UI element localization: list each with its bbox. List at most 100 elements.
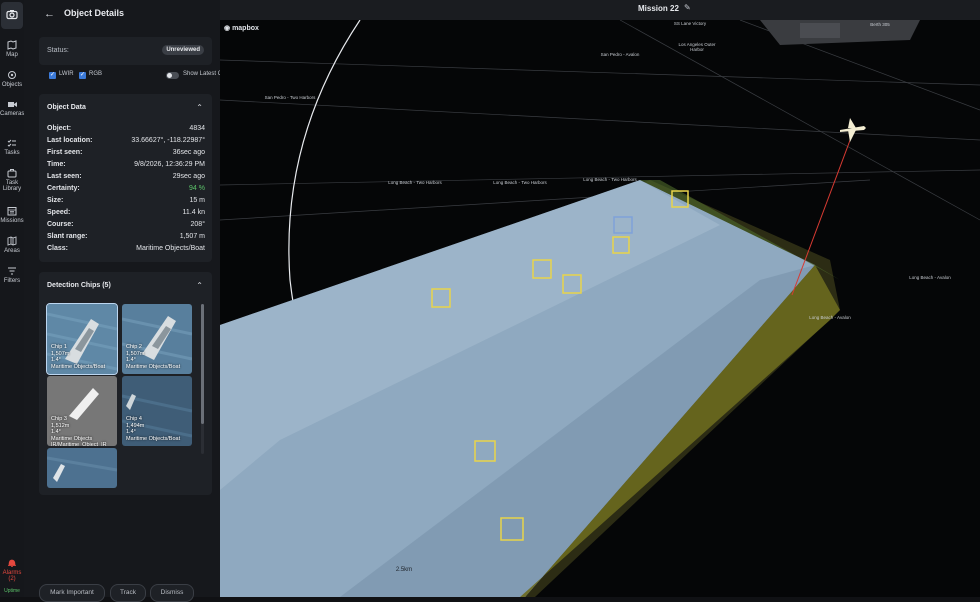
rail-label-tasks: Tasks bbox=[4, 150, 20, 156]
rail-cameras[interactable]: Cameras bbox=[0, 100, 24, 117]
row-value: 15 m bbox=[189, 197, 205, 204]
data-row-slant-range: Slant range: 1,507 m bbox=[47, 233, 205, 243]
data-row-object: Object: 4834 bbox=[47, 125, 205, 135]
target-icon bbox=[8, 71, 16, 79]
data-row-last-seen: Last seen: 29sec ago bbox=[47, 173, 205, 183]
row-value: 9/8/2026, 12:36:29 PM bbox=[134, 161, 205, 168]
chip-4[interactable]: Chip 4 1,494m 1.4° Maritime Objects/Boat bbox=[122, 376, 192, 446]
mapbox-logo: ◉ mapbox bbox=[224, 25, 259, 32]
route-label: San Pedro - Avalon bbox=[600, 52, 640, 57]
mark-important-button[interactable]: Mark Important bbox=[39, 584, 105, 602]
rail-task-library[interactable]: Task Library bbox=[0, 168, 24, 192]
chip-1[interactable]: Chip 1 1,507m 1.4° Maritime Objects/Boat bbox=[46, 303, 118, 375]
chip-class: Maritime Objects/Boat bbox=[126, 363, 181, 370]
rail-areas[interactable]: Areas bbox=[0, 236, 24, 254]
chip-caption: Chip 1 1,507m 1.4° Maritime Objects/Boat bbox=[51, 344, 105, 370]
route-label: Long Beach - Two Harbors bbox=[388, 180, 442, 185]
route-label: Long Beach - Two Harbors bbox=[583, 177, 637, 182]
row-key: Class: bbox=[47, 245, 69, 252]
route-label: San Pedro - Two Harbors bbox=[264, 95, 316, 100]
row-value: 36sec ago bbox=[172, 149, 205, 156]
data-row-certainty: Certainty: 94 % bbox=[47, 185, 205, 195]
collapse-chevron-icon[interactable]: ⌃ bbox=[196, 281, 203, 290]
rail-objects[interactable]: Objects bbox=[0, 70, 24, 88]
track-button[interactable]: Track bbox=[110, 584, 146, 602]
camera-icon bbox=[6, 10, 18, 20]
object-data-title: Object Data bbox=[47, 104, 86, 111]
rail-map[interactable]: Map bbox=[0, 40, 24, 58]
rgb-checkbox[interactable]: ✓ bbox=[79, 72, 86, 79]
data-row-time: Time: 9/8/2026, 12:36:29 PM bbox=[47, 161, 205, 171]
row-key: First seen: bbox=[47, 149, 83, 156]
route-label: Long Beach - Two Harbors bbox=[493, 180, 547, 185]
chip-class: Maritime Objects/Boat bbox=[126, 435, 181, 442]
data-row-last-location: Last location: 33.66627°, -118.22987° bbox=[47, 137, 205, 147]
map-view[interactable]: ◉ mapbox SS Lane Victory Los Angeles Out… bbox=[220, 20, 980, 597]
row-key: Slant range: bbox=[47, 233, 88, 240]
briefcase-icon bbox=[7, 169, 17, 178]
uptime-label: Uptime bbox=[4, 588, 20, 594]
row-value: 1,507 m bbox=[179, 233, 205, 240]
rail-label-areas: Areas bbox=[4, 248, 20, 254]
row-key: Course: bbox=[47, 221, 74, 228]
row-key: Last location: bbox=[47, 137, 93, 144]
object-data-card: Object Data ⌃ Object: 4834 Last location:… bbox=[39, 94, 212, 262]
map-icon bbox=[7, 40, 17, 50]
chip-3[interactable]: Chip 3 1,512m 1.4° Maritime Objects IR/Mari… bbox=[47, 376, 117, 446]
latest-chip-toggle[interactable] bbox=[166, 72, 179, 79]
chips-scrollbar[interactable] bbox=[201, 304, 204, 454]
row-key: Time: bbox=[47, 161, 66, 168]
row-key: Speed: bbox=[47, 209, 71, 216]
chip-5[interactable] bbox=[47, 448, 117, 488]
lwir-checkbox[interactable]: ✓ bbox=[49, 72, 56, 79]
mission-title: Mission 22 bbox=[638, 4, 679, 13]
data-row-size: Size: 15 m bbox=[47, 197, 205, 207]
status-card: Status: Unreviewed bbox=[39, 37, 212, 65]
chip-5-image bbox=[47, 448, 117, 488]
edit-pencil-icon[interactable]: ✎ bbox=[684, 3, 691, 12]
route-label: Long Beach - Avalon bbox=[909, 275, 951, 280]
chip-caption: Chip 4 1,494m 1.4° Maritime Objects/Boat bbox=[126, 416, 180, 442]
rail-camera[interactable] bbox=[0, 9, 24, 22]
aircraft-icon[interactable] bbox=[840, 118, 866, 142]
panel-title: Object Details bbox=[64, 8, 125, 18]
data-row-first-seen: First seen: 36sec ago bbox=[47, 149, 205, 159]
rail-missions[interactable]: Missions bbox=[0, 206, 24, 224]
chip-caption: Chip 2 1,507m 1.4° Maritime Objects/Boat bbox=[126, 344, 180, 370]
dismiss-button[interactable]: Dismiss bbox=[150, 584, 194, 602]
data-row-speed: Speed: 11.4 kn bbox=[47, 209, 205, 219]
data-row-course: Course: 208° bbox=[47, 221, 205, 231]
status-badge[interactable]: Unreviewed bbox=[162, 45, 204, 55]
layer-toggles: ✓ LWIR ✓ RGB Show Latest Chip bbox=[49, 71, 234, 83]
poi-lane-victory: SS Lane Victory bbox=[673, 21, 707, 26]
row-key: Last seen: bbox=[47, 173, 82, 180]
panel-header: ← Object Details bbox=[24, 0, 220, 28]
chip-2[interactable]: Chip 2 1,507m 1.4° Maritime Objects/Boat bbox=[122, 304, 192, 374]
back-arrow-icon[interactable]: ← bbox=[44, 8, 55, 20]
rail-tasks[interactable]: Tasks bbox=[0, 138, 24, 156]
alarm-bell-icon bbox=[8, 559, 16, 567]
chip-class: Maritime Objects/Boat bbox=[51, 363, 106, 370]
collapse-chevron-icon[interactable]: ⌃ bbox=[196, 103, 203, 112]
row-value: 11.4 kn bbox=[182, 209, 205, 216]
data-row-class: Class: Maritime Objects/Boat bbox=[47, 245, 205, 255]
row-value: 4834 bbox=[189, 125, 205, 132]
chips-title: Detection Chips (5) bbox=[47, 282, 111, 289]
chip-caption: Chip 3 1,512m 1.4° Maritime Objects IR/Mari… bbox=[51, 416, 117, 446]
nav-rail: Map Objects Cameras Tasks Task Library M… bbox=[0, 0, 25, 597]
rail-label-filters: Filters bbox=[3, 278, 21, 284]
rail-label-objects: Objects bbox=[1, 82, 23, 88]
map-canvas[interactable] bbox=[220, 20, 980, 597]
row-value: Maritime Objects/Boat bbox=[136, 245, 205, 252]
lwir-label: LWIR bbox=[59, 71, 74, 77]
alarms-label: Alarms (2) bbox=[2, 570, 22, 582]
calendar-icon bbox=[7, 207, 17, 216]
rail-label-map: Map bbox=[6, 52, 18, 58]
status-label: Status: bbox=[47, 47, 69, 54]
route-label: Long Beach - Avalon bbox=[809, 315, 851, 320]
video-icon bbox=[7, 102, 17, 107]
rail-alarms[interactable]: Alarms (2) bbox=[0, 558, 24, 582]
route-lines bbox=[220, 20, 980, 221]
rail-filters[interactable]: Filters bbox=[0, 266, 24, 284]
poi-outer-harbor: Los Angeles Outer Harbor bbox=[678, 42, 716, 52]
